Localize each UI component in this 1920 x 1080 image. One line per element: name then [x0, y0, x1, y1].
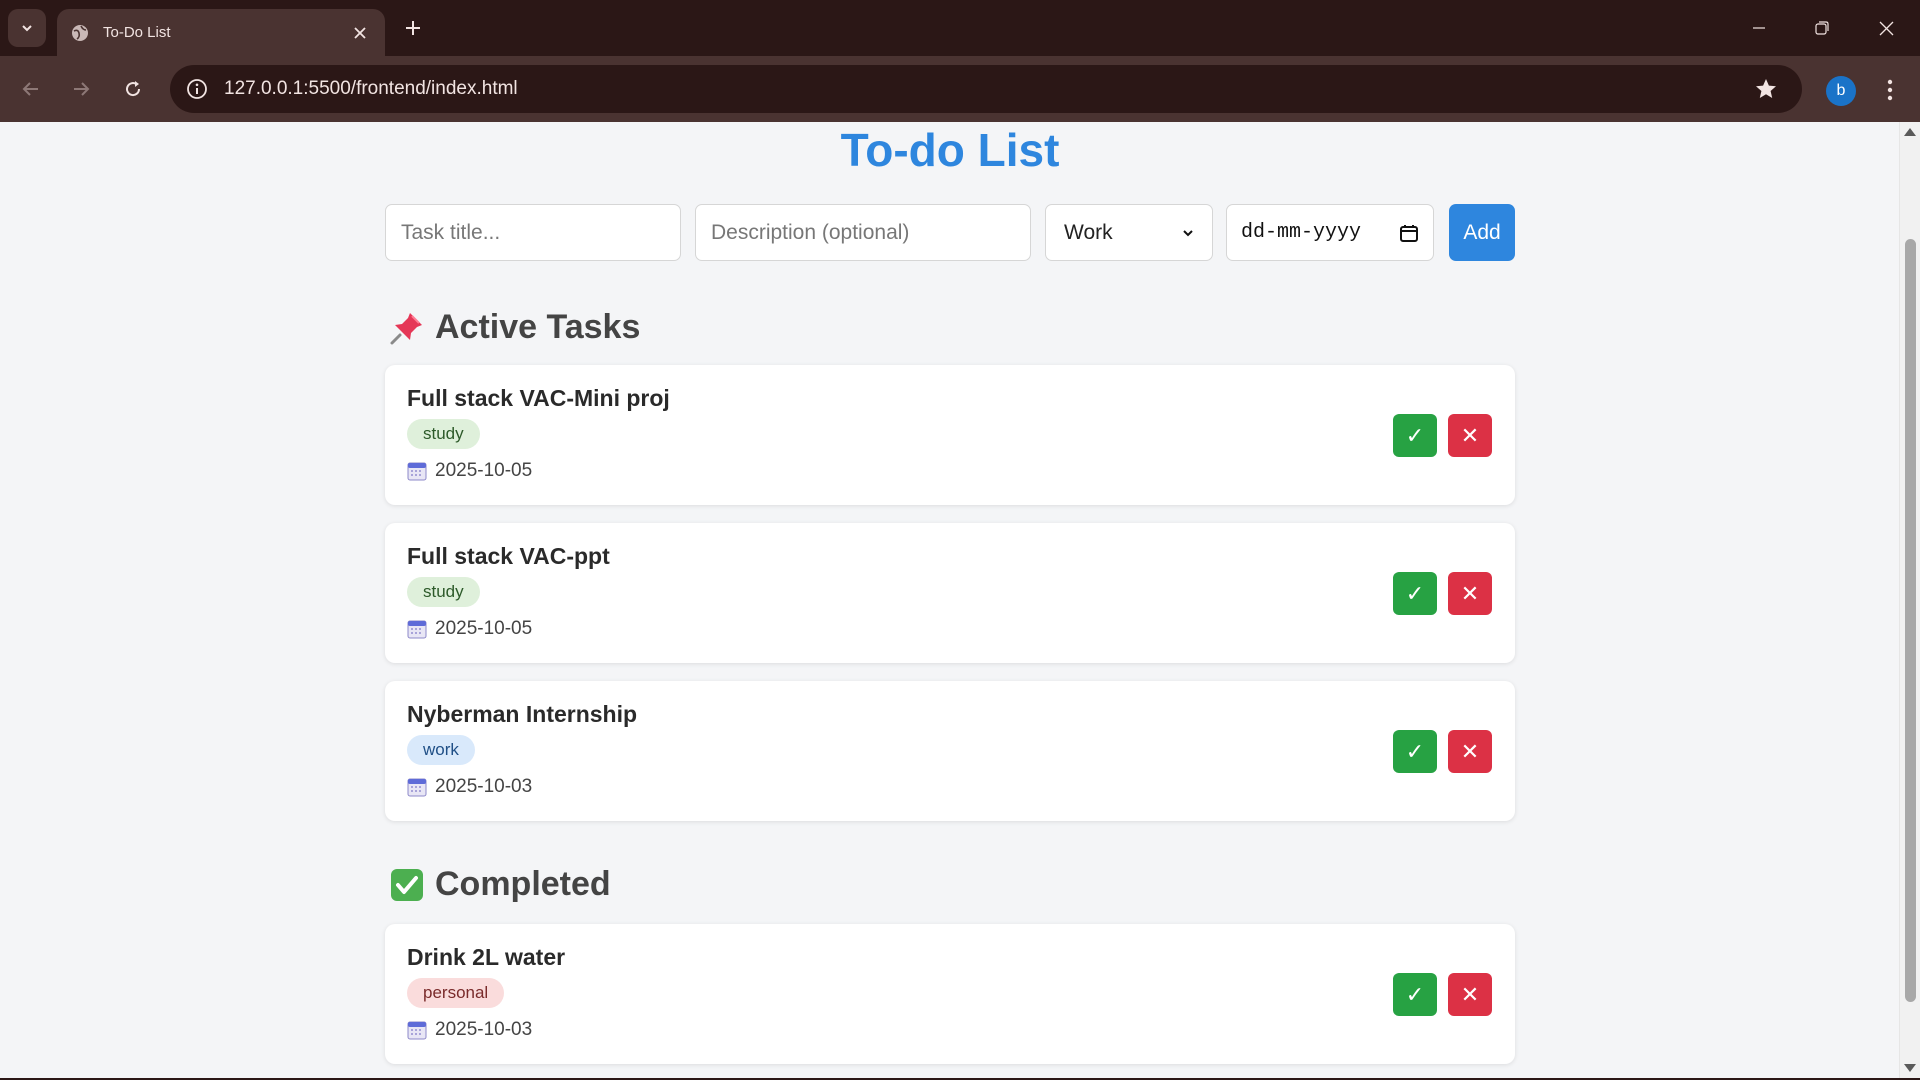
page-title: To-do List [840, 124, 1060, 176]
back-button[interactable] [13, 71, 49, 107]
category-select-value: Work [1064, 220, 1113, 244]
plus-icon [406, 21, 420, 35]
site-info-icon[interactable] [184, 76, 210, 102]
restore-icon [1815, 21, 1829, 35]
scrollbar-thumb[interactable] [1905, 239, 1916, 1002]
task-category-badge: study [407, 577, 480, 607]
task-due-date-text: 2025-10-03 [435, 776, 533, 797]
add-task-form: Work dd-mm-yyyy Add [385, 204, 1515, 261]
more-vertical-icon [1887, 79, 1893, 101]
browser-toolbar: 127.0.0.1:5500/frontend/index.html [0, 56, 1920, 122]
check-mark-icon [389, 867, 425, 903]
calendar-icon [407, 1020, 427, 1040]
forward-button[interactable] [63, 71, 99, 107]
add-task-button[interactable]: Add [1449, 204, 1515, 261]
globe-icon [71, 24, 89, 42]
vertical-scrollbar[interactable] [1899, 122, 1920, 1078]
task-category-badge: study [407, 419, 480, 449]
task-title: Drink 2L water [407, 944, 566, 970]
complete-task-button[interactable]: ✓ [1393, 572, 1437, 615]
minimize-button[interactable] [1739, 10, 1779, 46]
close-icon [1879, 21, 1893, 35]
chevron-down-icon [22, 25, 32, 32]
active-tasks-heading-text: Active Tasks [435, 308, 641, 346]
minimize-icon [1753, 27, 1765, 29]
scroll-up-arrow-icon[interactable] [1904, 128, 1916, 136]
complete-task-button[interactable]: ✓ [1393, 414, 1437, 457]
chevron-down-icon [1183, 229, 1193, 236]
active-tasks-heading: Active Tasks [389, 308, 640, 347]
calendar-icon [407, 461, 427, 481]
page-viewport: To-do List Work dd-mm-yyyy Add Active Ta… [0, 122, 1920, 1078]
completed-heading-text: Completed [435, 865, 611, 903]
profile-avatar[interactable]: b [1826, 76, 1856, 106]
browser-tab[interactable]: To-Do List [57, 9, 385, 56]
task-due-date: 2025-10-05 [407, 618, 532, 640]
close-window-button[interactable] [1866, 10, 1906, 46]
task-card: Drink 2L water personal 2025-10-03 ✓ ✕ [385, 924, 1515, 1064]
task-title-input[interactable] [385, 204, 681, 261]
tab-search-button[interactable] [8, 9, 46, 47]
pushpin-icon [389, 310, 425, 346]
task-title: Full stack VAC-Mini proj [407, 385, 670, 411]
tab-title: To-Do List [103, 24, 171, 41]
task-due-date: 2025-10-03 [407, 1019, 532, 1041]
task-due-date-text: 2025-10-05 [435, 460, 533, 481]
delete-task-button[interactable]: ✕ [1448, 973, 1492, 1016]
browser-menu-button[interactable] [1872, 70, 1908, 110]
address-bar[interactable]: 127.0.0.1:5500/frontend/index.html [170, 65, 1802, 113]
task-title: Full stack VAC-ppt [407, 543, 610, 569]
delete-task-button[interactable]: ✕ [1448, 414, 1492, 457]
task-category-badge: personal [407, 978, 505, 1008]
task-card: Full stack VAC-ppt study 2025-10-05 ✓ ✕ [385, 523, 1515, 663]
reload-button[interactable] [115, 71, 151, 107]
task-due-date-text: 2025-10-03 [435, 1019, 533, 1040]
category-select[interactable]: Work [1045, 204, 1213, 261]
scroll-down-arrow-icon[interactable] [1904, 1064, 1916, 1072]
url-text[interactable]: 127.0.0.1:5500/frontend/index.html [224, 78, 1746, 100]
calendar-icon [407, 619, 427, 639]
task-card: Full stack VAC-Mini proj study 2025-10-0… [385, 365, 1515, 505]
completed-heading: Completed [389, 865, 611, 904]
tab-close-icon[interactable] [349, 22, 371, 44]
calendar-picker-icon[interactable] [1399, 223, 1419, 243]
task-due-date-text: 2025-10-05 [435, 618, 533, 639]
bookmark-star-icon[interactable] [1746, 69, 1786, 109]
due-date-placeholder: dd-mm-yyyy [1241, 221, 1362, 244]
arrow-right-icon [74, 82, 90, 96]
delete-task-button[interactable]: ✕ [1448, 572, 1492, 615]
arrow-left-icon [22, 82, 38, 96]
task-due-date: 2025-10-05 [407, 460, 532, 482]
complete-task-button[interactable]: ✓ [1393, 973, 1437, 1016]
task-category-badge: work [407, 735, 475, 765]
delete-task-button[interactable]: ✕ [1448, 730, 1492, 773]
new-tab-button[interactable] [399, 14, 427, 42]
due-date-input[interactable]: dd-mm-yyyy [1226, 204, 1434, 261]
calendar-icon [407, 777, 427, 797]
task-due-date: 2025-10-03 [407, 776, 532, 798]
task-description-input[interactable] [695, 204, 1031, 261]
reload-icon [126, 81, 141, 97]
task-title: Nyberman Internship [407, 701, 638, 727]
complete-task-button[interactable]: ✓ [1393, 730, 1437, 773]
task-card: Nyberman Internship work 2025-10-03 ✓ ✕ [385, 681, 1515, 821]
tab-strip: To-Do List [0, 0, 1920, 56]
restore-button[interactable] [1802, 10, 1842, 46]
